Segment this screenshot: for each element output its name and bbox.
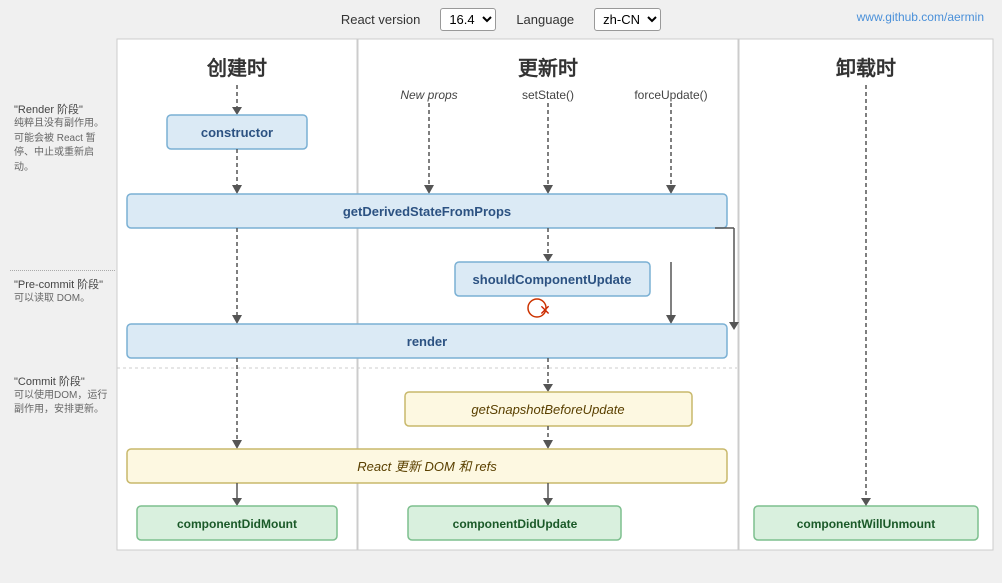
update-header: 更新时 xyxy=(518,56,578,80)
should-component-update-label: shouldComponentUpdate xyxy=(473,272,632,287)
react-version-label: React version xyxy=(341,12,420,27)
page-wrapper: React version 16.4 16.3 Language zh-CN e… xyxy=(0,0,1002,583)
render-stage-desc: 纯粹且没有副作用。可能会被 React 暂停、中止或重新启动。 xyxy=(14,117,111,175)
constructor-label: constructor xyxy=(201,125,273,140)
precommit-stage-title: "Pre-commit 阶段" xyxy=(14,276,111,292)
commit-stage-desc: 可以使用DOM，运行副作用，安排更新。 xyxy=(14,389,111,418)
watermark: www.github.com/aermin xyxy=(857,10,984,24)
commit-stage-annotation: "Commit 阶段" 可以使用DOM，运行副作用，安排更新。 xyxy=(10,371,115,420)
setstate-label: setState() xyxy=(522,88,574,102)
unmount-header: 卸载时 xyxy=(836,56,896,80)
language-label: Language xyxy=(516,12,574,27)
left-annotations: "Render 阶段" 纯粹且没有副作用。可能会被 React 暂停、中止或重新… xyxy=(10,37,115,420)
precommit-stage-desc: 可以读取 DOM。 xyxy=(14,292,111,307)
main-content: "Render 阶段" 纯粹且没有副作用。可能会被 React 暂停、中止或重新… xyxy=(0,37,1002,552)
commit-stage-title: "Commit 阶段" xyxy=(14,373,111,389)
get-derived-state-label: getDerivedStateFromProps xyxy=(343,204,511,219)
component-did-update-label: componentDidUpdate xyxy=(453,517,578,531)
precommit-stage-annotation: "Pre-commit 阶段" 可以读取 DOM。 xyxy=(10,274,115,309)
react-version-select[interactable]: 16.4 16.3 xyxy=(440,8,496,31)
create-header: 创建时 xyxy=(206,56,267,80)
get-snapshot-label: getSnapshotBeforeUpdate xyxy=(471,402,624,417)
component-did-mount-label: componentDidMount xyxy=(177,517,297,531)
render-label: render xyxy=(407,334,447,349)
render-stage-title: "Render 阶段" xyxy=(14,101,111,117)
lifecycle-svg: 创建时 更新时 卸载时 constructor New props xyxy=(115,37,995,552)
render-stage-annotation: "Render 阶段" 纯粹且没有副作用。可能会被 React 暂停、中止或重新… xyxy=(10,99,115,177)
pre-commit-divider xyxy=(10,270,115,271)
new-props-label: New props xyxy=(400,88,457,102)
diagram-area: 创建时 更新时 卸载时 constructor New props xyxy=(115,37,995,552)
react-dom-update-label: React 更新 DOM 和 refs xyxy=(357,459,497,474)
language-select[interactable]: zh-CN en xyxy=(594,8,661,31)
top-controls: React version 16.4 16.3 Language zh-CN e… xyxy=(0,0,1002,37)
component-will-unmount-label: componentWillUnmount xyxy=(797,517,936,531)
forceupdate-label: forceUpdate() xyxy=(634,88,707,102)
